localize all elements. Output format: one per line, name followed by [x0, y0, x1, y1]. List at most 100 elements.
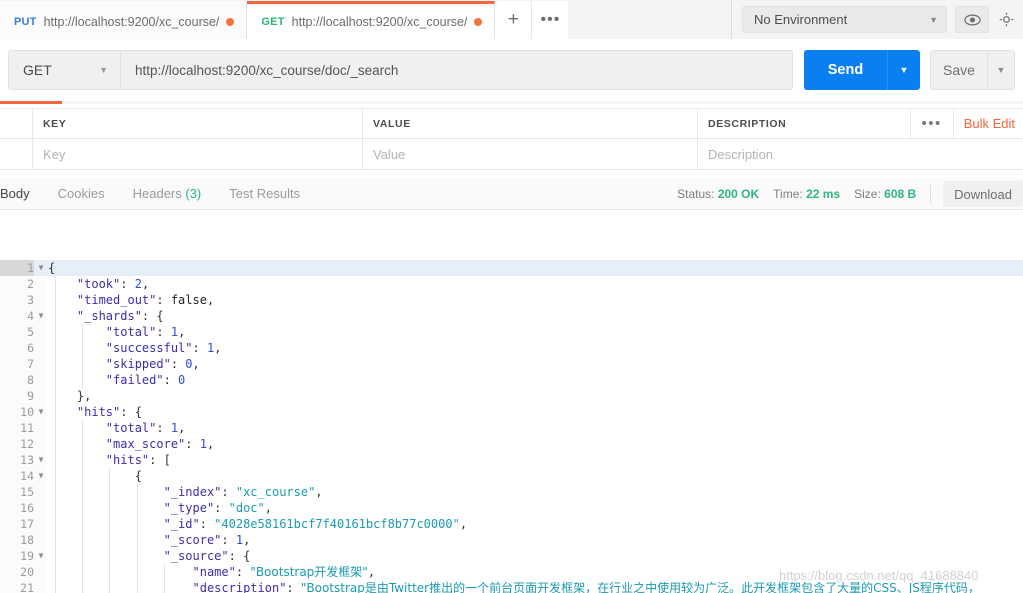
params-header-checkbox-cell — [0, 109, 33, 138]
line-number: 20 — [20, 565, 34, 579]
params-header-value-label: VALUE — [373, 117, 411, 130]
fold-toggle-icon[interactable]: ▼ — [36, 452, 46, 468]
fold-toggle-icon[interactable]: ▼ — [36, 548, 46, 564]
code-line: 12 "max_score": 1, — [0, 436, 1023, 452]
watermark: https://blog.csdn.net/qq_41688840 — [779, 568, 979, 583]
eye-icon — [963, 13, 981, 26]
new-tab-button[interactable]: + — [495, 1, 533, 39]
send-button-group: Send ▼ — [804, 50, 920, 90]
bulk-edit-button[interactable]: Bulk Edit — [952, 108, 1023, 139]
params-empty-row[interactable]: Key Value Description — [0, 139, 1023, 170]
code-text: "failed": 0 — [48, 373, 186, 387]
code-text: "took": 2, — [48, 277, 150, 291]
params-description-placeholder: Description — [708, 146, 774, 162]
code-line: 14 ▼ { — [0, 468, 1023, 484]
line-number: 5 — [27, 325, 34, 339]
params-header-value-cell: VALUE — [363, 109, 698, 138]
response-tab-test-results[interactable]: Test Results — [215, 186, 314, 201]
line-number: 8 — [27, 373, 34, 387]
line-number: 4 — [27, 309, 34, 323]
status-value: 200 OK — [717, 187, 760, 201]
params-value-placeholder: Value — [373, 146, 406, 162]
size-label: Size: — [854, 187, 881, 201]
line-number: 1 — [0, 260, 34, 276]
params-value-input[interactable]: Value — [363, 139, 698, 169]
request-url-input[interactable]: http://localhost:9200/xc_course/doc/_sea… — [120, 50, 793, 90]
code-text: }, — [48, 389, 92, 403]
params-header-description-label: DESCRIPTION — [708, 117, 787, 130]
fold-toggle-icon[interactable]: ▼ — [36, 260, 46, 276]
params-key-input[interactable]: Key — [33, 139, 363, 169]
fold-toggle-icon[interactable]: ▼ — [36, 308, 46, 324]
response-headers-count: (3) — [185, 186, 202, 201]
response-tab-cookies[interactable]: Cookies — [44, 186, 119, 201]
code-text: "hits": [ — [48, 453, 171, 467]
response-tab-label: Test Results — [229, 186, 301, 201]
postman-window: PUT http://localhost:9200/xc_course/ GET… — [0, 0, 1023, 593]
request-tab-put[interactable]: PUT http://localhost:9200/xc_course/ — [0, 1, 248, 39]
line-number: 15 — [20, 485, 34, 499]
code-text: "skipped": 0, — [48, 357, 200, 371]
request-tab-get[interactable]: GET http://localhost:9200/xc_course/ — [247, 1, 496, 39]
line-number: 17 — [20, 517, 34, 531]
response-status: Status: 200 OK — [677, 187, 759, 201]
fold-toggle-icon[interactable]: ▼ — [36, 404, 46, 420]
code-line: 18 "_score": 1, — [0, 532, 1023, 548]
code-text: "total": 1, — [48, 325, 186, 339]
response-tab-body[interactable]: Body — [0, 186, 44, 201]
fold-toggle-icon[interactable]: ▼ — [36, 468, 46, 484]
save-options-button[interactable]: ▼ — [987, 50, 1015, 90]
code-line: 10 ▼ "hits": { — [0, 404, 1023, 420]
tab-more-button[interactable]: ••• — [532, 1, 569, 39]
code-text: "timed_out": false, — [48, 293, 215, 307]
unsaved-dot-icon — [226, 17, 235, 26]
http-method-label: GET — [23, 62, 52, 78]
response-body-json[interactable]: 1 ▼{2 "took": 2, 3 "timed_out": false, 4 ▼ "… — [0, 260, 1023, 593]
code-lines: 1 ▼{2 "took": 2, 3 "timed_out": false, 4 ▼ "… — [0, 260, 1023, 593]
line-number: 16 — [20, 501, 34, 515]
code-line: 11 "total": 1, — [0, 420, 1023, 436]
code-text: "_score": 1, — [48, 533, 251, 547]
environment-selector[interactable]: No Environment ▼ — [742, 6, 947, 33]
download-response-button[interactable]: Download — [943, 181, 1023, 207]
code-line: 19 ▼ "_source": { — [0, 548, 1023, 564]
code-text: "hits": { — [48, 405, 142, 419]
params-row-checkbox-cell[interactable] — [0, 139, 33, 169]
code-line: 16 "_type": "doc", — [0, 500, 1023, 516]
params-description-input[interactable]: Description — [698, 139, 1023, 169]
line-number: 9 — [27, 389, 34, 403]
http-method-selector[interactable]: GET ▼ — [8, 50, 120, 90]
code-line: 17 "_id": "4028e58161bcf7f40161bcf8b77c0… — [0, 516, 1023, 532]
params-more-button[interactable]: ••• — [909, 108, 953, 139]
line-number: 6 — [27, 341, 34, 355]
environment-quick-look-button[interactable] — [955, 6, 989, 33]
line-number: 14 — [20, 469, 34, 483]
meta-divider — [930, 185, 932, 203]
params-header-key-label: KEY — [43, 117, 67, 130]
response-tab-label: Body — [0, 186, 30, 201]
send-button[interactable]: Send — [804, 50, 887, 90]
code-text: "total": 1, — [48, 421, 186, 435]
response-tab-headers[interactable]: Headers (3) — [119, 186, 216, 201]
code-line: 8 "failed": 0 — [0, 372, 1023, 388]
code-text: "_type": "doc", — [48, 501, 272, 515]
params-key-placeholder: Key — [43, 146, 66, 162]
tab-url-label: http://localhost:9200/xc_course/ — [291, 14, 468, 29]
status-label: Status: — [677, 187, 715, 201]
send-options-button[interactable]: ▼ — [887, 50, 920, 90]
code-text: "_id": "4028e58161bcf7f40161bcf8b77c0000… — [48, 517, 468, 531]
params-header-row: KEY VALUE DESCRIPTION — [0, 108, 1023, 139]
line-number: 11 — [20, 421, 34, 435]
code-text: { — [48, 469, 142, 483]
params-tab-underline — [0, 101, 1023, 104]
code-text: "name": "Bootstrap开发框架", — [48, 565, 376, 579]
time-value: 22 ms — [806, 187, 841, 201]
environment-selected-label: No Environment — [754, 12, 848, 27]
line-number: 13 — [20, 453, 34, 467]
line-number: 21 — [20, 581, 34, 593]
settings-button[interactable] — [997, 6, 1015, 33]
save-button[interactable]: Save — [930, 50, 987, 90]
code-line: 13 ▼ "hits": [ — [0, 452, 1023, 468]
code-line: 3 "timed_out": false, — [0, 292, 1023, 308]
response-meta: Status: 200 OK Time: 22 ms Size: 608 B D… — [677, 178, 1023, 210]
